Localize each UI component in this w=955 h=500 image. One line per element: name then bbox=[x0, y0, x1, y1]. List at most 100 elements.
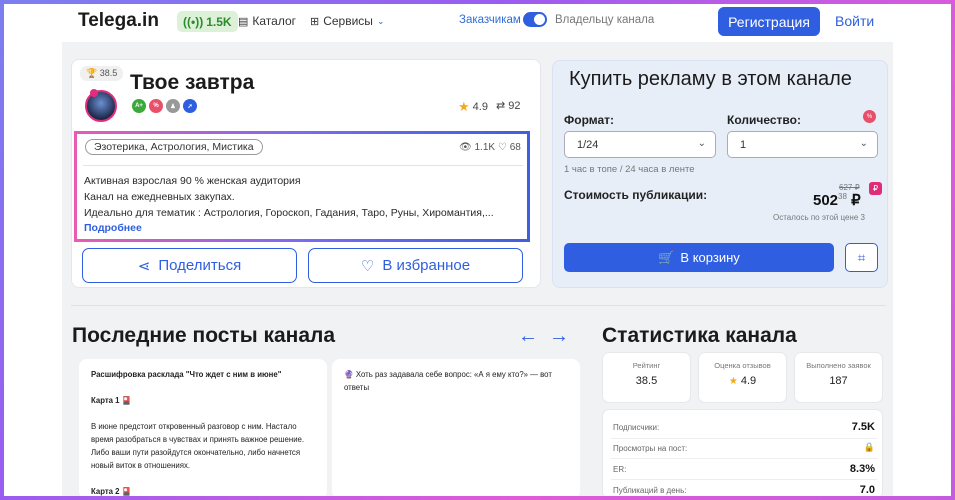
description-line: Идеально для тематик : Астрология, Горос… bbox=[84, 207, 494, 219]
post-line: В июне предстоит откровенный разговор с … bbox=[91, 422, 305, 470]
rocket-icon[interactable]: ➚ bbox=[183, 99, 197, 113]
format-select[interactable]: 1/24 ⌄ bbox=[564, 131, 716, 158]
audience-icon[interactable]: ♟ bbox=[166, 99, 180, 113]
description-block: Эзотерика, Астрология, Мистика 👁 1.1K ♡ … bbox=[74, 131, 530, 242]
lock-icon[interactable]: 🔒 bbox=[864, 442, 875, 453]
buy-title: Купить рекламу в этом канале bbox=[569, 68, 852, 90]
description-line: Канал на ежедневных закупах. bbox=[84, 191, 235, 203]
stat-value: 187 bbox=[829, 375, 848, 387]
post-text: 🔮 Хоть раз задавала себе вопрос: «А я ем… bbox=[344, 368, 570, 394]
stat-row-label: Просмотры на пост: bbox=[613, 444, 688, 453]
nav-catalog[interactable]: ▤ Каталог bbox=[238, 14, 296, 28]
bag-icon[interactable]: ₽ bbox=[869, 182, 882, 195]
post-text: Расшифровка расклада "Что ждет с ним в и… bbox=[91, 368, 317, 496]
row-divider bbox=[611, 458, 877, 459]
chevron-down-icon: ⌄ bbox=[859, 138, 868, 149]
rating: ★ 4.9 bbox=[458, 99, 488, 115]
post-card[interactable]: 🔮 Хоть раз задавала себе вопрос: «А я ем… bbox=[332, 359, 580, 496]
row-divider bbox=[611, 479, 877, 480]
nav-services-label: Сервисы bbox=[323, 14, 373, 28]
channel-card: 🏆 38.5 Твое завтра A+ % ♟ ➚ ★ 4.9 ⇄ 92 Э… bbox=[71, 59, 541, 288]
quantity-label: Количество: bbox=[727, 113, 801, 127]
nav-services[interactable]: ⊞ Сервисы ⌄ bbox=[310, 14, 384, 28]
nav-catalog-label: Каталог bbox=[252, 14, 297, 28]
category-tag[interactable]: Эзотерика, Астрология, Мистика bbox=[85, 139, 263, 155]
divider bbox=[83, 165, 523, 166]
stat-row-label: Публикаций в день: bbox=[613, 486, 687, 495]
stat-card-orders: Выполнено заявок 187 bbox=[794, 352, 883, 403]
stat-row-subscribers: Подписчики: 7.5K bbox=[613, 421, 875, 437]
views-count: 👁 1.1K bbox=[459, 142, 495, 153]
quantity-value: 1 bbox=[740, 138, 747, 151]
toggle-owner-label[interactable]: Владельцу канала bbox=[555, 14, 654, 26]
logo[interactable]: Telega.in bbox=[78, 10, 159, 32]
toggle-customers-label[interactable]: Заказчикам bbox=[459, 14, 521, 26]
stats-heading: Статистика канала bbox=[602, 324, 797, 347]
format-value: 1/24 bbox=[577, 138, 599, 151]
share-button[interactable]: ⋖ Поделиться bbox=[82, 248, 297, 283]
format-label: Формат: bbox=[564, 113, 615, 127]
chevron-down-icon: ⌄ bbox=[697, 138, 706, 149]
likes-value: 68 bbox=[509, 142, 521, 153]
stat-row-value: 7.5K bbox=[851, 421, 875, 433]
quantity-select[interactable]: 1 ⌄ bbox=[727, 131, 878, 158]
broadcast-icon: ((•)) bbox=[183, 14, 204, 29]
rank-value: 38.5 bbox=[99, 68, 118, 78]
format-hint: 1 час в топе / 24 часа в ленте bbox=[564, 164, 695, 175]
post-line: Карта 2 🎴 bbox=[91, 487, 132, 496]
discount-icon[interactable]: % bbox=[863, 110, 876, 123]
stat-row-views: Просмотры на пост: 🔒 bbox=[613, 442, 875, 458]
cost-label: Стоимость публикации: bbox=[564, 188, 708, 202]
channel-badges: A+ % ♟ ➚ bbox=[132, 99, 197, 113]
top-navbar: Telega.in ((•)) 1.5K ▤ Каталог ⊞ Сервисы… bbox=[4, 4, 951, 42]
cart-label: В корзину bbox=[680, 250, 740, 265]
add-to-cart-button[interactable]: 🛒 В корзину bbox=[564, 243, 834, 272]
stat-card-rating: Рейтинг 38.5 bbox=[602, 352, 691, 403]
stat-title: Выполнено заявок bbox=[806, 361, 871, 370]
trophy-icon: 🏆 bbox=[86, 68, 98, 78]
likes-count: ♡ 68 bbox=[498, 142, 521, 153]
remaining-note: Осталось по этой цене 3 bbox=[773, 213, 865, 222]
post-card[interactable]: Расшифровка расклада "Что ждет с ним в и… bbox=[79, 359, 327, 496]
stat-value: ★ 4.9 bbox=[699, 375, 786, 387]
star-icon: ★ bbox=[728, 376, 738, 387]
stat-title: Оценка отзывов bbox=[714, 361, 771, 370]
post-line: 🔮 Хоть раз задавала себе вопрос: «А я ем… bbox=[344, 370, 552, 392]
arrow-right-icon[interactable]: → bbox=[549, 325, 569, 348]
verified-icon[interactable]: A+ bbox=[132, 99, 146, 113]
grid-icon: ⊞ bbox=[310, 15, 320, 28]
post-line: Расшифровка расклада "Что ждет с ним в и… bbox=[91, 370, 282, 379]
repost-icon: ⇄ bbox=[496, 100, 506, 112]
arrow-left-icon[interactable]: ← bbox=[518, 325, 538, 348]
subscribers-count: 1.5K bbox=[206, 14, 232, 29]
stat-card-reviews: Оценка отзывов ★ 4.9 bbox=[698, 352, 787, 403]
stat-row-label: ER: bbox=[613, 465, 627, 474]
stat-value: 38.5 bbox=[635, 375, 658, 387]
rating-value: 4.9 bbox=[472, 101, 488, 113]
discount-icon[interactable]: % bbox=[149, 99, 163, 113]
catalog-icon: ▤ bbox=[238, 15, 249, 28]
favorite-label: В избранное bbox=[382, 257, 471, 274]
subscribers-badge[interactable]: ((•)) 1.5K bbox=[177, 11, 238, 32]
register-button[interactable]: Регистрация bbox=[718, 7, 820, 36]
chevron-down-icon: ⌄ bbox=[376, 15, 385, 26]
heart-badge-icon bbox=[90, 89, 98, 97]
favorite-button[interactable]: ♡ В избранное bbox=[308, 248, 523, 283]
rank-badge: 🏆 38.5 bbox=[80, 66, 124, 81]
more-link[interactable]: Подробнее bbox=[84, 222, 142, 234]
reposts: ⇄ 92 bbox=[496, 99, 521, 112]
stat-row-posts-per-day: Публикаций в день: 7.0 bbox=[613, 484, 875, 496]
login-link[interactable]: Войти bbox=[835, 13, 874, 29]
stat-row-value: 8.3% bbox=[849, 463, 875, 475]
main-content: 🏆 38.5 Твое завтра A+ % ♟ ➚ ★ 4.9 ⇄ 92 Э… bbox=[62, 42, 893, 496]
heart-icon: ♡ bbox=[360, 257, 375, 275]
role-toggle[interactable] bbox=[523, 12, 547, 27]
posts-heading: Последние посты канала bbox=[72, 324, 336, 347]
stat-row-value: 7.0 bbox=[859, 484, 875, 496]
cart-icon: 🛒 bbox=[658, 249, 675, 265]
qr-button[interactable]: ⌗ bbox=[845, 243, 878, 272]
buy-ad-panel: Купить рекламу в этом канале Формат: 1/2… bbox=[552, 60, 888, 288]
price: 50238 ₽ bbox=[813, 191, 861, 209]
views-value: 1.1K bbox=[474, 142, 496, 153]
currency: ₽ bbox=[851, 192, 861, 209]
